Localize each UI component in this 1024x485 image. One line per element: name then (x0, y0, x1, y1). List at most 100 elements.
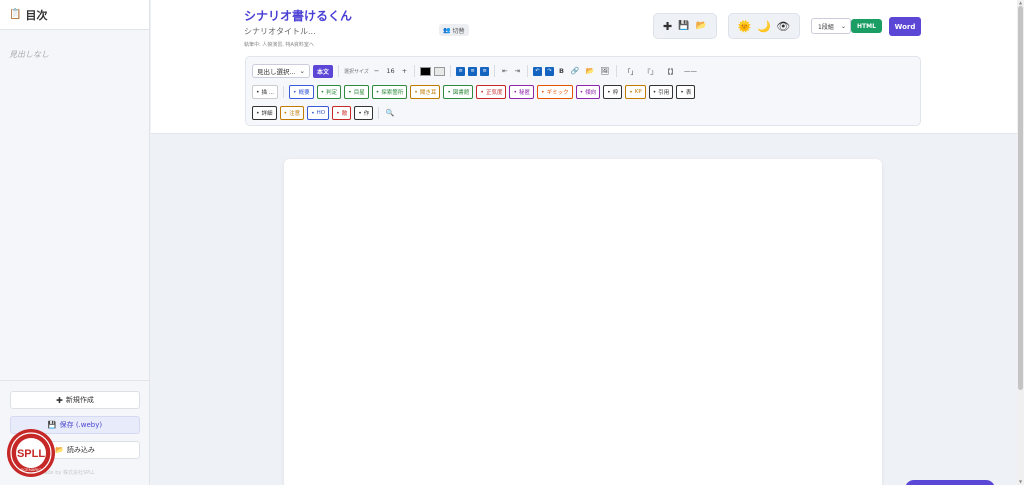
row2-chip-14[interactable]: • 表 (676, 85, 696, 99)
row2-chip-8[interactable]: • 秘匿 (509, 85, 535, 99)
svg-text:SCENARIO: SCENARIO (21, 467, 42, 472)
plus-icon: ✚ (56, 395, 63, 405)
scroll-up-icon[interactable]: ▲ (1017, 0, 1024, 5)
redo-icon[interactable]: ↷ (544, 66, 554, 76)
row2-chip-label: ギミック (546, 90, 569, 96)
toolbar-row-3: • 詳細 • 注意 • HO • 敵 • 作 🔍 (252, 105, 396, 121)
svg-text:SPLL: SPLL (17, 448, 45, 460)
font-size-decrease-button[interactable]: − (372, 67, 381, 75)
lenticular-bracket-button[interactable]: 【】 (662, 66, 679, 76)
ear-icon: • (414, 88, 418, 96)
row3-chip-3[interactable]: • 敵 (332, 106, 352, 120)
row2-chip-4[interactable]: • 探索箇所 (371, 85, 408, 99)
export-html-button[interactable]: HTML (851, 19, 882, 33)
binoculars-icon: • (348, 88, 352, 96)
skull-icon: • (336, 109, 340, 117)
align-left-icon[interactable]: ≡ (456, 66, 466, 76)
corner-quote-button[interactable]: 「」 (622, 66, 639, 76)
heading-select[interactable]: 見出し選択... ⌄ (252, 64, 310, 78)
row2-chip-7[interactable]: • 正気度 (476, 85, 507, 99)
pencil-icon: • (358, 109, 362, 117)
column-select-value: 1段組 (818, 23, 834, 31)
background-color-swatch[interactable] (434, 66, 446, 76)
row2-chip-10[interactable]: • 傾向 (575, 85, 601, 99)
row3-chip-label: 作 (363, 111, 370, 117)
text-color-swatch[interactable] (420, 66, 432, 76)
row2-chip-11[interactable]: • 枠 (603, 85, 623, 99)
row2-chip-label: 目星 (353, 90, 365, 96)
row3-chip-2[interactable]: • HO (307, 106, 330, 120)
indent-button[interactable]: ⇥ (513, 67, 522, 75)
puzzle-icon: • (320, 88, 325, 96)
vertical-scrollbar[interactable]: ▲ ▼ (1017, 0, 1024, 485)
row2-chip-0[interactable]: • 描 ... (252, 85, 279, 99)
font-size-increase-button[interactable]: + (400, 67, 409, 75)
toolbar-row-2: • 描 ... • 概要 • 判定 • 目星 • 探索箇所 • 聞き耳 • 図書館 • 正気度 • 秘匿 • ギミック… (252, 84, 696, 100)
row2-chip-2[interactable]: • 判定 (316, 85, 342, 99)
add-icon[interactable]: ✚ (663, 20, 672, 33)
switch-label: 切替 (452, 27, 465, 35)
switch-button[interactable]: 👥 切替 (439, 24, 469, 36)
folder-icon[interactable]: 📂 (584, 65, 596, 78)
toc-empty-text: 見出しなし (9, 50, 49, 59)
moon-icon[interactable]: 🌙 (757, 20, 771, 33)
scroll-down-icon[interactable]: ▼ (1017, 479, 1024, 484)
row2-chip-label: 引用 (658, 90, 670, 96)
export-word-button[interactable]: Word (889, 17, 921, 36)
toc-title: 目次 (25, 8, 48, 22)
note-icon: • (579, 88, 584, 96)
align-center-icon[interactable]: ≡ (468, 66, 478, 76)
chevron-down-icon: ⌄ (299, 67, 305, 75)
undo-icon[interactable]: ↶ (532, 66, 542, 76)
body-text-button[interactable]: 本文 (313, 64, 334, 78)
save-label: 保存 (.weby) (59, 421, 103, 429)
editor-page[interactable] (284, 159, 882, 485)
format-toolbar: 見出し選択... ⌄ 本文 選択サイズ − 16 + ≡ ≡ ≡ ⇤ ⇥ ↶ ↷… (245, 56, 921, 126)
row2-chip-label: 概要 (298, 90, 310, 96)
column-layout-select[interactable]: 1段組 ⌄ (811, 18, 851, 34)
scrollbar-thumb[interactable] (1018, 6, 1023, 390)
divider (378, 107, 380, 119)
eye-icon[interactable]: 👁 (776, 20, 790, 33)
editor-area (151, 135, 1017, 485)
toolbar-row-1: 見出し選択... ⌄ 本文 選択サイズ − 16 + ≡ ≡ ≡ ⇤ ⇥ ↶ ↷… (252, 63, 699, 79)
row2-chip-6[interactable]: • 図書館 (443, 85, 474, 99)
table-icon: • (680, 88, 684, 96)
load-label: 読み込み (66, 446, 95, 454)
row2-chip-label: 正気度 (485, 90, 503, 96)
row3-chip-1[interactable]: • 注意 (279, 106, 305, 120)
notebook-icon: 📋 (9, 9, 22, 20)
row3-chip-0[interactable]: • 詳細 (252, 106, 277, 120)
image-icon[interactable]: 🖼 (599, 65, 611, 78)
pen-icon: • (256, 88, 260, 96)
scenario-title-input[interactable]: シナリオタイトル... (244, 26, 316, 37)
row2-chip-3[interactable]: • 目星 (344, 85, 369, 99)
search-icon[interactable]: 🔍 (384, 107, 396, 120)
double-quote-button[interactable]: 『』 (642, 66, 659, 76)
status-text: 執筆中: 人狼演習, 特A資料室へ (244, 42, 314, 48)
quote-icon: • (652, 88, 657, 96)
doc-icon: • (293, 88, 297, 96)
row2-chip-13[interactable]: • 引用 (648, 85, 674, 99)
app-title: シナリオ書けるくん (244, 9, 353, 23)
floating-action-button[interactable] (905, 480, 995, 485)
app-window: 📋 目次 見出しなし ✚ 新規作成 💾 保存 (.weby) 📂 読み込み Ma… (0, 0, 1024, 485)
row2-chip-label: 判定 (326, 90, 338, 96)
book-icon: • (447, 88, 451, 96)
row2-chip-label: 秘匿 (519, 90, 531, 96)
row2-chip-9[interactable]: • ギミック (537, 85, 573, 99)
align-right-icon[interactable]: ≡ (480, 66, 490, 76)
sun-icon[interactable]: 🌞 (738, 20, 752, 33)
dash-button[interactable]: —— (682, 67, 699, 75)
outdent-button[interactable]: ⇤ (500, 67, 509, 75)
divider (414, 65, 416, 77)
bold-button[interactable]: B (557, 67, 566, 75)
link-icon[interactable]: 🔗 (569, 65, 581, 78)
row2-chip-12[interactable]: • KP (625, 85, 646, 99)
open-folder-icon[interactable]: 📂 (696, 21, 707, 31)
new-document-button[interactable]: ✚ 新規作成 (10, 391, 140, 409)
row2-chip-1[interactable]: • 概要 (289, 85, 314, 99)
row3-chip-4[interactable]: • 作 (354, 106, 374, 120)
row2-chip-5[interactable]: • 聞き耳 (410, 85, 441, 99)
save-icon[interactable]: 💾 (678, 21, 689, 31)
